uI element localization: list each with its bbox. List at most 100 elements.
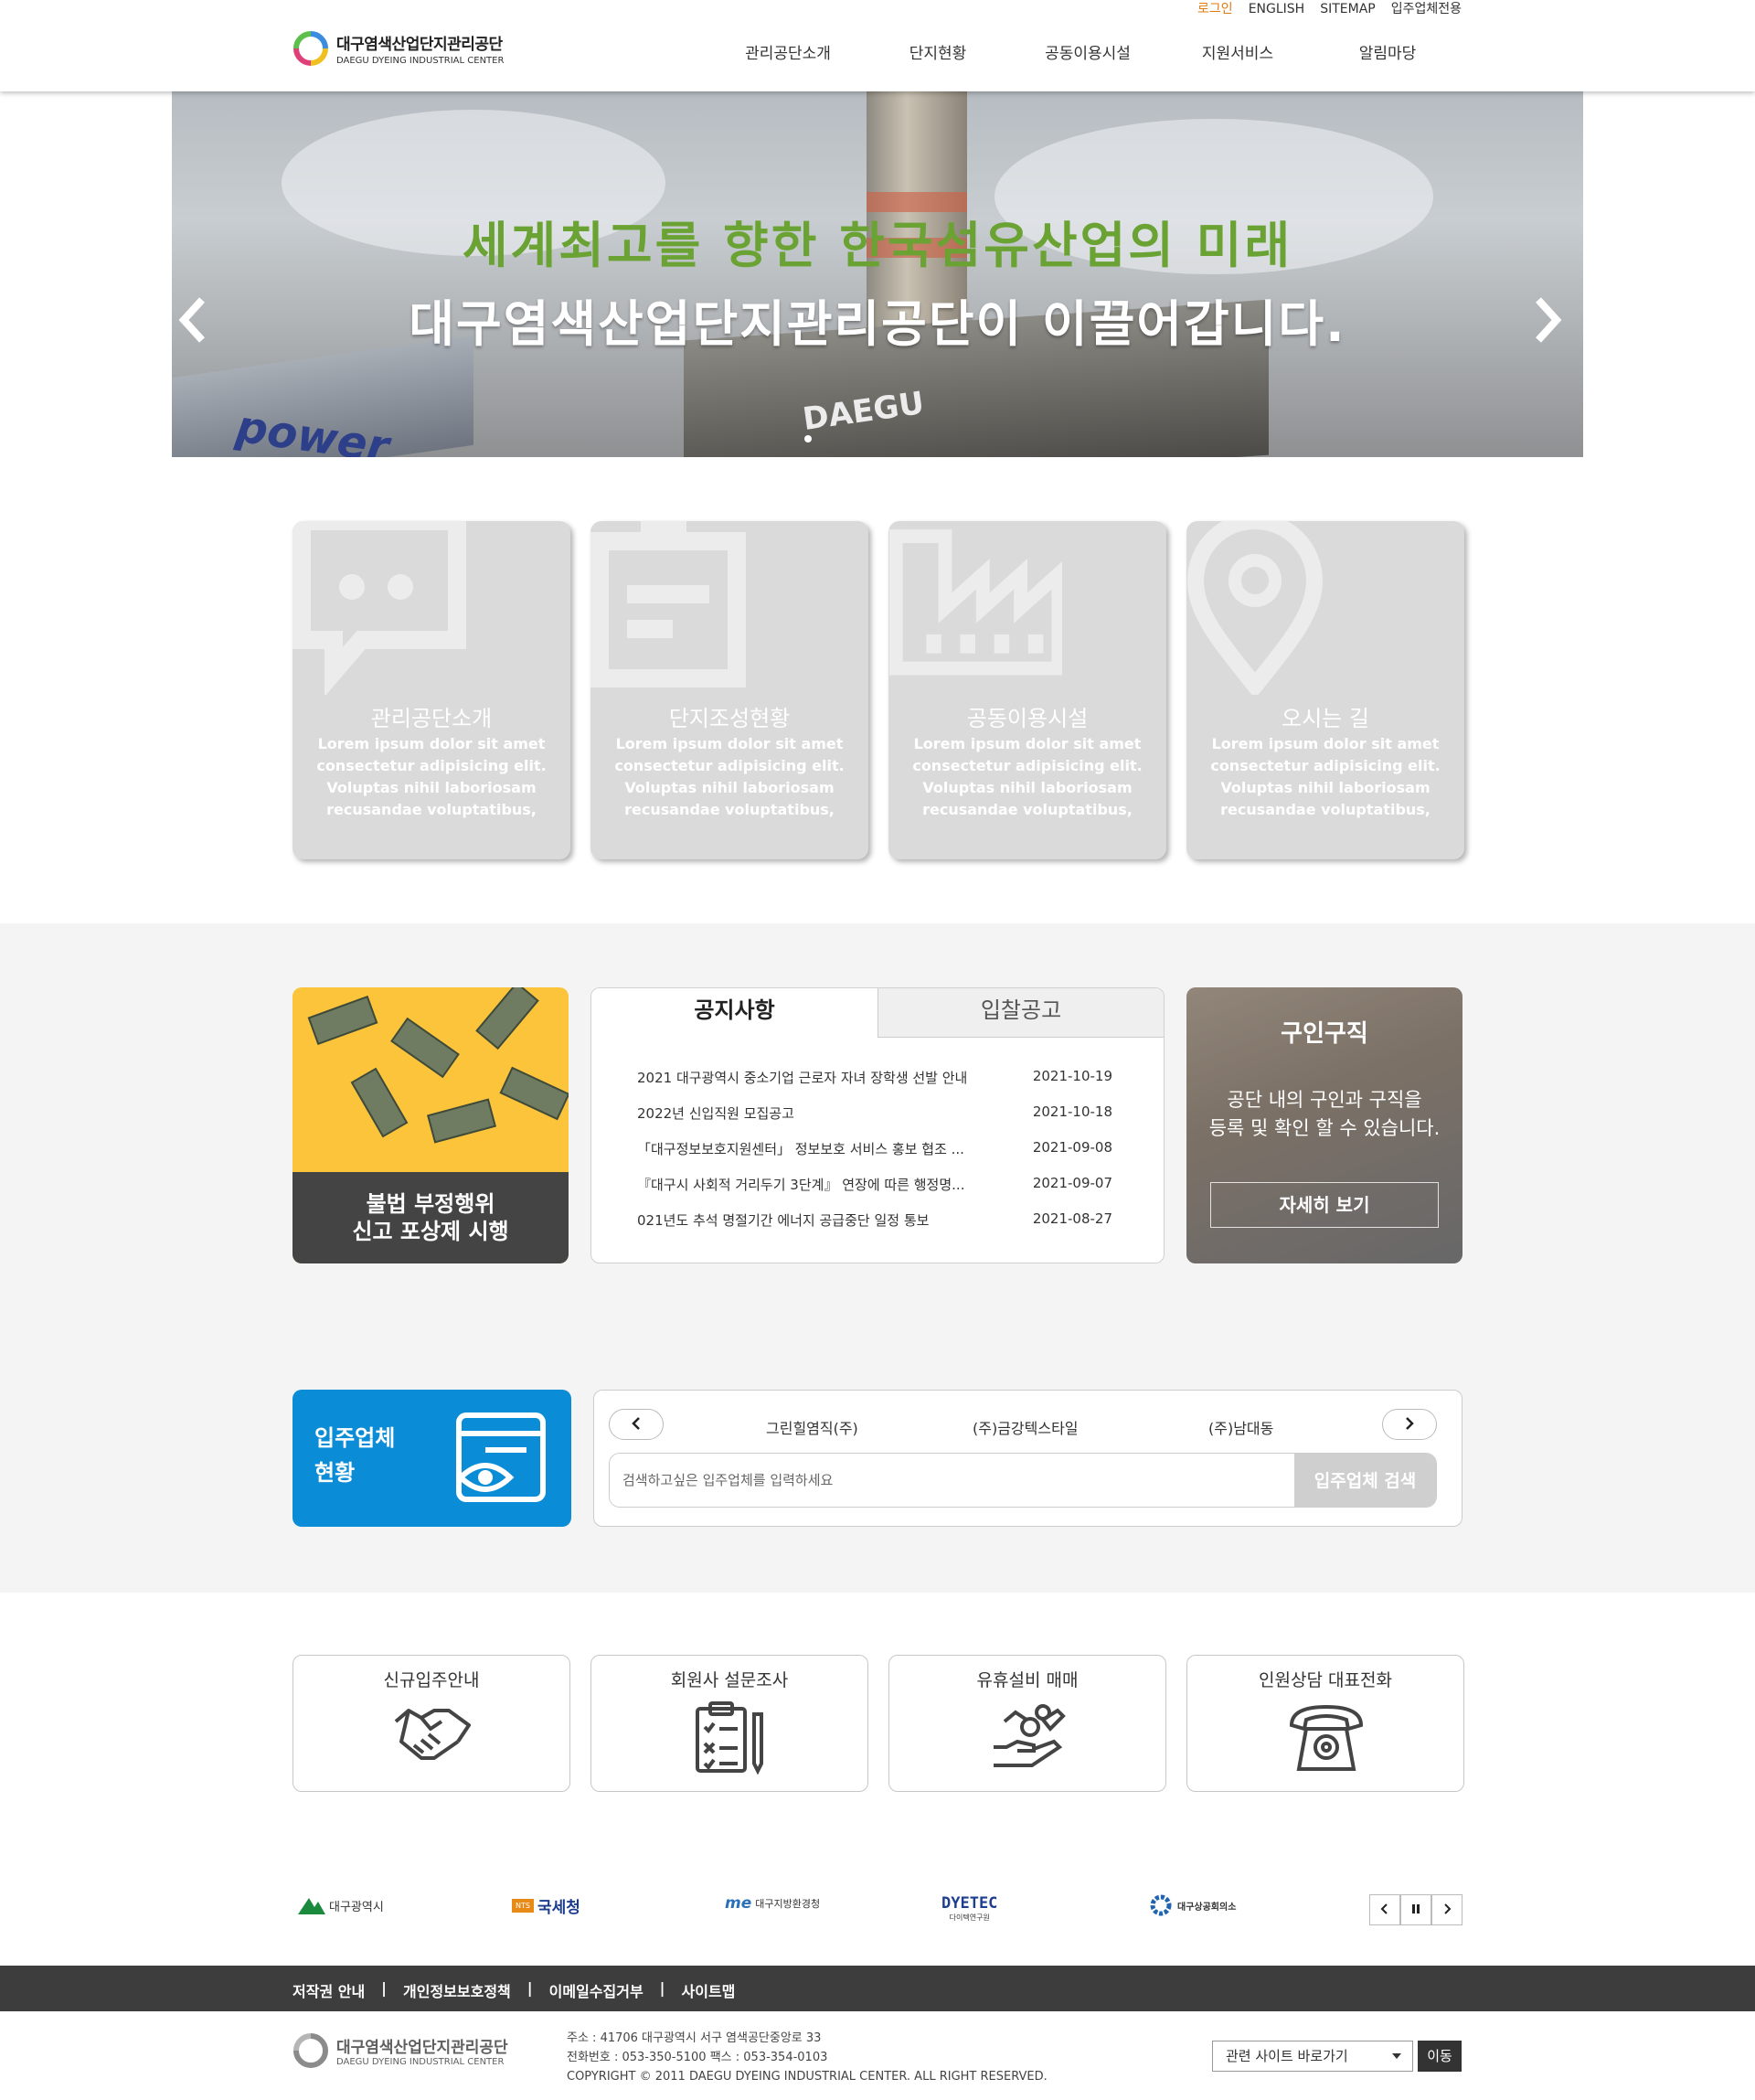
quick-card-title: 단지조성현황 — [668, 706, 791, 731]
hero-next-button[interactable] — [1529, 293, 1566, 353]
tenant-company[interactable]: 그린힐염직(주) — [766, 1416, 858, 1438]
report-reward-caption: 불법 부정행위 신고 포상제 시행 — [292, 1172, 569, 1263]
related-sites-controls — [1369, 1894, 1462, 1925]
footer-links-bar: 저작권 안내 | 개인정보보호정책 | 이메일수집거부 | 사이트맵 — [0, 1966, 1755, 2011]
nav-item-notice[interactable]: 알림마당 — [1313, 40, 1462, 63]
nav-item-complex[interactable]: 단지현황 — [863, 40, 1013, 63]
related-site-chamber[interactable]: 대구상공회의소 — [1150, 1894, 1236, 1916]
factory-icon — [888, 529, 1062, 676]
env-logo-mark: me — [725, 1894, 752, 1913]
chat-icon — [292, 521, 466, 695]
notice-item[interactable]: 2022년 신입직원 모집공고 2021-10-18 — [637, 1103, 1112, 1123]
notice-item[interactable]: 「대구정보보호지원센터」 정보보호 서비스 홍보 협조 ... 2021-09-0… — [637, 1139, 1112, 1158]
service-survey[interactable]: 회원사 설문조사 — [590, 1655, 868, 1792]
footer-address: 주소 : 41706 대구광역시 서구 염색공단중앙로 33 — [567, 2031, 822, 2045]
chevron-left-icon — [632, 1417, 640, 1430]
clipboard-icon — [590, 521, 746, 688]
quick-card-about[interactable]: 관리공단소개 Lorem ipsum dolor sit amet consec… — [292, 521, 570, 859]
service-idle-equipment[interactable]: 유휴설비 매매 — [888, 1655, 1166, 1792]
service-new-tenant[interactable]: 신규입주안내 — [292, 1655, 570, 1792]
related-site-go-button[interactable]: 이동 — [1418, 2041, 1462, 2072]
money-image — [350, 1067, 409, 1138]
report-reward-banner[interactable]: 불법 부정행위 신고 포상제 시행 — [292, 987, 569, 1263]
related-prev-button[interactable] — [1369, 1894, 1400, 1925]
notice-tabs: 공지사항 입찰공고 — [591, 988, 1164, 1038]
tenant-company[interactable]: (주)금강텍스타일 — [973, 1416, 1079, 1438]
site-logo[interactable]: 대구염색산업단지관리공단 DAEGU DYEING INDUSTRIAL CEN… — [292, 30, 504, 67]
related-pause-button[interactable] — [1400, 1894, 1431, 1925]
quick-card-complex[interactable]: 단지조성현황 Lorem ipsum dolor sit amet consec… — [590, 521, 868, 859]
tenant-status-tile[interactable]: 입주업체 현황 — [292, 1390, 571, 1527]
money-image — [475, 987, 539, 1050]
login-link[interactable]: 로그인 — [1197, 0, 1233, 18]
related-site-daegu[interactable]: 대구광역시 — [298, 1894, 384, 1916]
map-pin-icon — [1186, 521, 1324, 695]
tenant-company[interactable]: (주)남대동 — [1208, 1416, 1273, 1438]
handshake-icon — [394, 1709, 471, 1760]
jobs-desc-line: 공단 내의 구인과 구직을 — [1227, 1089, 1422, 1111]
footer-link-email-refusal[interactable]: 이메일수집거부 — [549, 1979, 644, 2001]
chevron-right-icon — [1406, 1417, 1414, 1430]
tenant-next-button[interactable] — [1382, 1409, 1437, 1440]
quick-card-facilities[interactable]: 공동이용시설 Lorem ipsum dolor sit amet consec… — [888, 521, 1166, 859]
chevron-left-icon — [178, 297, 205, 343]
footer-copyright: COPYRIGHT © 2011 DAEGU DYEING INDUSTRIAL… — [567, 2070, 1048, 2084]
quick-card-directions[interactable]: 오시는 길 Lorem ipsum dolor sit amet consect… — [1186, 521, 1464, 859]
tab-bids[interactable]: 입찰공고 — [878, 988, 1164, 1038]
related-site-select[interactable]: 관련 사이트 바로가기 — [1212, 2041, 1413, 2072]
footer-link-privacy[interactable]: 개인정보보호정책 — [403, 1979, 511, 2001]
hand-coins-icon — [994, 1704, 1066, 1767]
related-sites-strip: 대구광역시 NTS 국세청 me 대구지방환경청 DYETEC 다이텍연구원 대… — [292, 1885, 1462, 1931]
related-site-select-label: 관련 사이트 바로가기 — [1226, 2048, 1348, 2064]
notice-title: 「대구정보보호지원센터」 정보보호 서비스 홍보 협조 ... — [637, 1141, 964, 1157]
notice-title: 021년도 추석 명절기간 에너지 공급중단 일정 통보 — [637, 1212, 930, 1229]
tenant-search-bar: 입주업체 검색 — [609, 1453, 1437, 1508]
related-site-name: 대구광역시 — [329, 1900, 384, 1914]
logo-name-ko: 대구염색산업단지관리공단 — [336, 36, 503, 54]
nav-item-about[interactable]: 관리공단소개 — [713, 40, 863, 63]
english-link[interactable]: ENGLISH — [1249, 0, 1305, 18]
related-next-button[interactable] — [1431, 1894, 1462, 1925]
jobs-more-button[interactable]: 자세히 보기 — [1210, 1182, 1439, 1228]
hero-prev-button[interactable] — [175, 293, 211, 353]
caret-down-icon — [1392, 2053, 1401, 2059]
tenant-search-input[interactable] — [610, 1454, 1294, 1507]
tab-notices[interactable]: 공지사항 — [591, 988, 878, 1038]
tenant-status-label: 입주업체 현황 — [314, 1421, 395, 1490]
footer-link-sitemap[interactable]: 사이트맵 — [682, 1979, 736, 2001]
jobs-desc: 공단 내의 구인과 구직을 등록 및 확인 할 수 있습니다. — [1186, 1086, 1462, 1143]
related-site-dyetec[interactable]: DYETEC 다이텍연구원 — [941, 1894, 997, 1923]
footer-link-copyright[interactable]: 저작권 안내 — [292, 1979, 365, 2001]
hero-slider: power DAEGU 세계최고를 향한 한국섬유산업의 미래 대구염색산업단지… — [172, 91, 1583, 457]
survey-clipboard-icon — [696, 1701, 763, 1775]
notice-title: 2022년 신입직원 모집공고 — [637, 1105, 794, 1122]
tenant-only-link[interactable]: 입주업체전용 — [1391, 0, 1462, 18]
money-image — [390, 1017, 460, 1079]
main-nav: 관리공단소개 단지현황 공동이용시설 지원서비스 알림마당 — [713, 40, 1462, 63]
tenant-label-line: 현황 — [314, 1460, 356, 1486]
notice-item[interactable]: 021년도 추석 명절기간 에너지 공급중단 일정 통보 2021-08-27 — [637, 1210, 1112, 1230]
related-site-nts[interactable]: NTS 국세청 — [512, 1894, 580, 1917]
logo-mark-icon — [293, 2033, 328, 2068]
notice-date: 2021-10-19 — [1032, 1068, 1112, 1084]
tenant-prev-button[interactable] — [609, 1409, 664, 1440]
nav-item-support[interactable]: 지원서비스 — [1163, 40, 1313, 63]
service-title: 유휴설비 매매 — [976, 1670, 1079, 1690]
notice-item[interactable]: 『대구시 사회적 거리두기 3단계』 연장에 따른 행정명... 2021-09-… — [637, 1175, 1112, 1194]
jobs-desc-line: 등록 및 확인 할 수 있습니다. — [1208, 1117, 1441, 1139]
hero-pager-dot[interactable] — [804, 435, 812, 442]
sitemap-link[interactable]: SITEMAP — [1320, 0, 1376, 18]
document-eye-icon — [456, 1412, 546, 1502]
footer-separator: | — [381, 1979, 388, 1997]
page: 로그인 ENGLISH SITEMAP 입주업체전용 대구염색산업단지관리공단 … — [0, 0, 1755, 2100]
telephone-icon — [1289, 1704, 1364, 1771]
chevron-right-icon — [1444, 1903, 1452, 1914]
footer-phone: 전화번호 : 053-350-5100 팩스 : 053-354-0103 — [567, 2051, 828, 2064]
notice-title: 『대구시 사회적 거리두기 3단계』 연장에 따른 행정명... — [637, 1177, 965, 1193]
related-site-env[interactable]: me 대구지방환경청 — [725, 1894, 820, 1913]
tenant-search-button[interactable]: 입주업체 검색 — [1294, 1454, 1436, 1507]
nav-item-facilities[interactable]: 공동이용시설 — [1013, 40, 1163, 63]
notice-item[interactable]: 2021 대구광역시 중소기업 근로자 자녀 장학생 선발 안내 2021-10-… — [637, 1068, 1112, 1087]
related-site-name: 국세청 — [537, 1899, 580, 1917]
service-phone-consult[interactable]: 인원상담 대표전화 — [1186, 1655, 1464, 1792]
